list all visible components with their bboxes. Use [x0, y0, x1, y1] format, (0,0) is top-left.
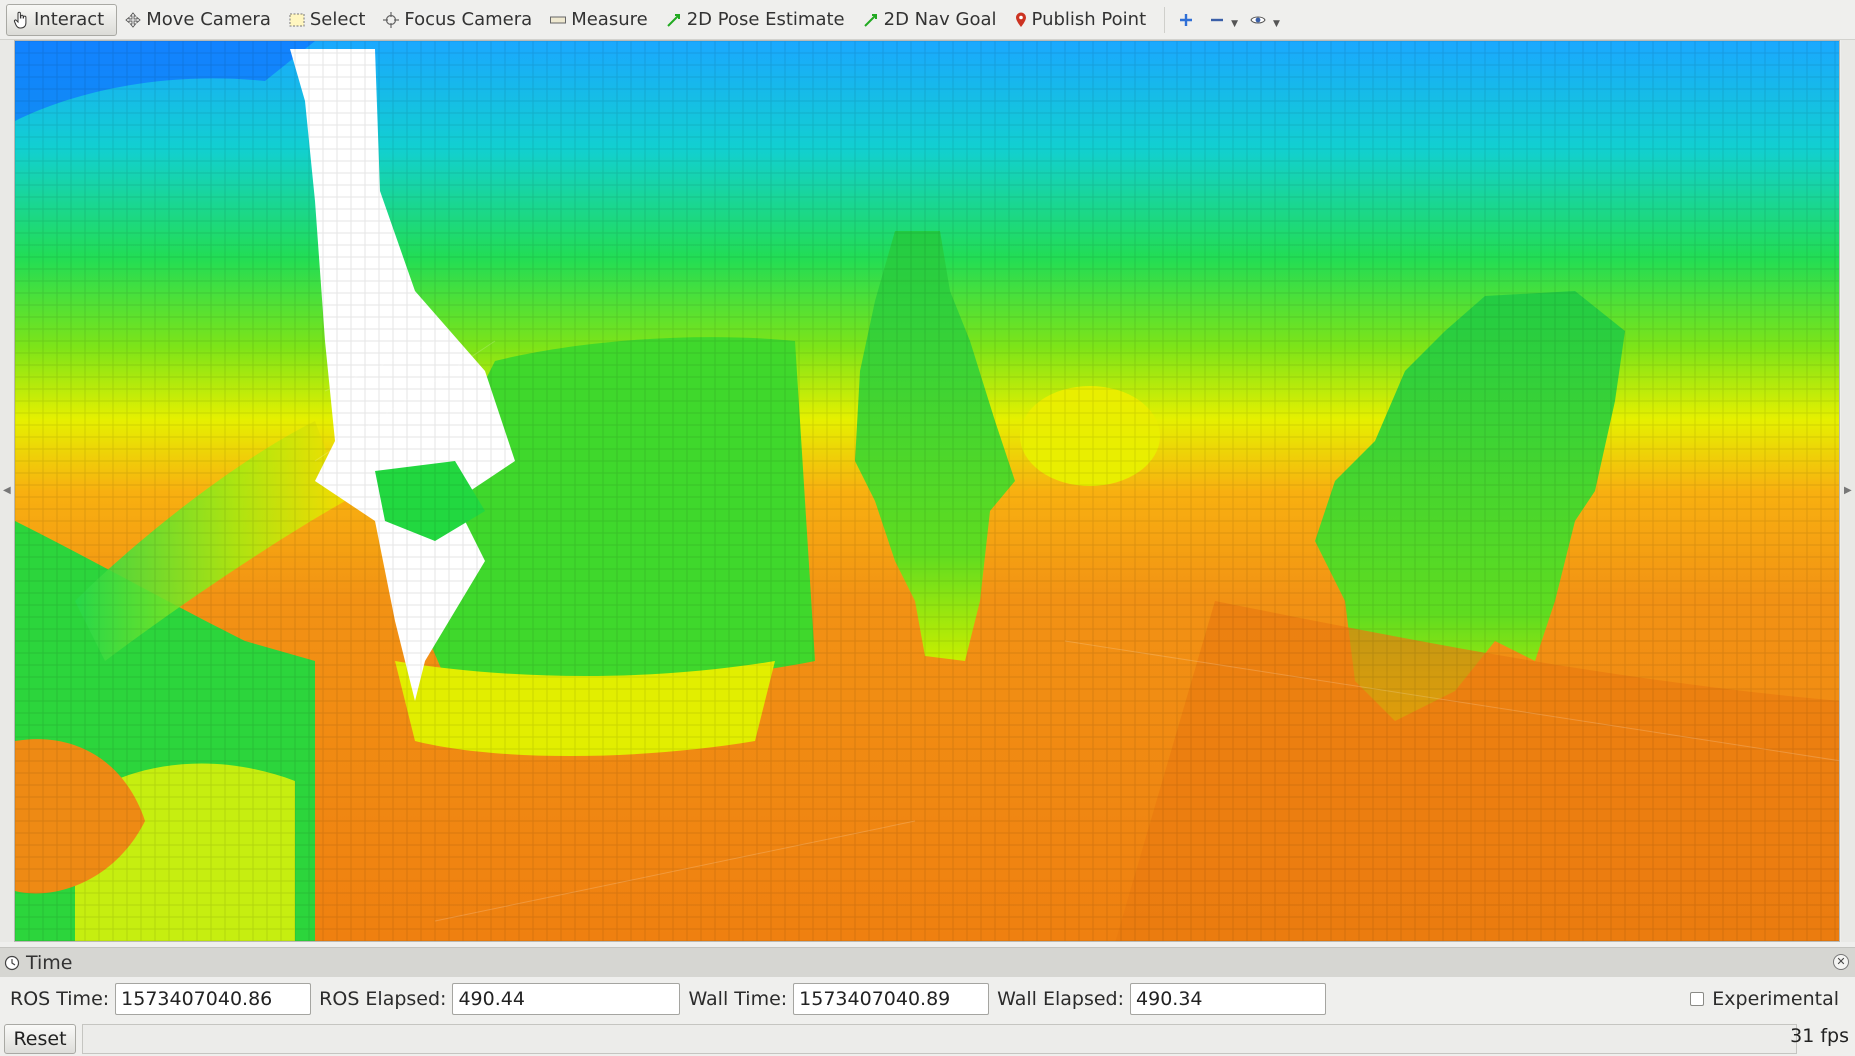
tool-move-camera[interactable]: Move Camera	[117, 4, 281, 36]
tool-publish-point-label: Publish Point	[1031, 8, 1147, 30]
toolbar-separator	[1164, 6, 1166, 33]
chevron-down-icon: ▼	[1273, 18, 1280, 29]
time-panel-title: Time	[26, 951, 73, 974]
bottom-status-bar: Reset 31 fps	[0, 1021, 1855, 1056]
select-rect-icon	[289, 13, 305, 26]
left-panel-handle[interactable]: ◀	[0, 40, 14, 942]
tool-move-camera-label: Move Camera	[146, 8, 271, 30]
tool-interact-label: Interact	[34, 8, 105, 30]
fps-counter: 31 fps	[1790, 1025, 1849, 1047]
reset-button[interactable]: Reset	[4, 1023, 76, 1054]
green-arrow-icon	[863, 13, 877, 27]
tool-interact[interactable]: Interact	[6, 3, 118, 36]
ros-elapsed-field[interactable]: 490.44	[452, 983, 681, 1015]
plus-icon	[1180, 13, 1193, 26]
tool-select[interactable]: Select	[281, 4, 376, 36]
ros-time-label: ROS Time:	[10, 988, 110, 1010]
tool-measure[interactable]: Measure	[542, 4, 658, 36]
green-arrow-icon	[666, 13, 680, 27]
render-viewport[interactable]	[14, 40, 1840, 942]
tool-2d-pose-estimate-label: 2D Pose Estimate	[686, 8, 845, 30]
tool-2d-nav-goal[interactable]: 2D Nav Goal	[855, 4, 1007, 36]
tool-select-label: Select	[309, 8, 366, 30]
tool-measure-label: Measure	[571, 8, 648, 30]
chevron-down-icon: ▼	[1231, 18, 1239, 29]
experimental-checkbox[interactable]: Experimental	[1690, 988, 1839, 1010]
remove-tool-button[interactable]: ▼	[1204, 4, 1244, 36]
ros-time-field[interactable]: 1573407040.86	[115, 983, 312, 1015]
voxel-grid-overlay	[15, 41, 1839, 941]
time-panel-header: Time ✕	[0, 947, 1855, 977]
map-pin-icon	[1015, 12, 1026, 27]
wall-time-field[interactable]: 1573407040.89	[793, 983, 990, 1015]
tool-2d-pose-estimate[interactable]: 2D Pose Estimate	[658, 4, 855, 36]
clock-icon	[4, 955, 20, 970]
tool-focus-camera[interactable]: Focus Camera	[375, 4, 542, 36]
time-panel-row: ROS Time: 1573407040.86 ROS Elapsed: 490…	[0, 977, 1855, 1021]
wall-elapsed-label: Wall Elapsed:	[997, 988, 1125, 1010]
tool-publish-point[interactable]: Publish Point	[1007, 4, 1157, 36]
experimental-label: Experimental	[1712, 988, 1839, 1010]
minus-dropdown-icon	[1211, 18, 1224, 21]
add-tool-button[interactable]	[1173, 4, 1204, 36]
tool-2d-nav-goal-label: 2D Nav Goal	[883, 8, 997, 30]
hand-pointer-icon	[13, 11, 27, 28]
ruler-icon	[550, 16, 567, 23]
main-toolbar: Interact Move Camera Select Focus Camera…	[0, 0, 1855, 40]
ros-elapsed-label: ROS Elapsed:	[319, 988, 447, 1010]
checkbox-box[interactable]	[1690, 992, 1705, 1006]
move-arrows-icon	[125, 11, 141, 28]
crosshair-icon	[383, 11, 400, 28]
wall-elapsed-field[interactable]: 490.34	[1130, 983, 1327, 1015]
tool-focus-camera-label: Focus Camera	[404, 8, 533, 30]
point-cloud-scene	[15, 41, 1839, 941]
wall-time-label: Wall Time:	[688, 988, 788, 1010]
right-panel-handle[interactable]: ▶	[1841, 40, 1855, 942]
eye-dropdown-icon	[1250, 16, 1266, 23]
close-icon[interactable]: ✕	[1833, 954, 1849, 970]
view-options-button[interactable]: ▼	[1244, 4, 1286, 36]
status-message-area	[82, 1023, 1797, 1054]
